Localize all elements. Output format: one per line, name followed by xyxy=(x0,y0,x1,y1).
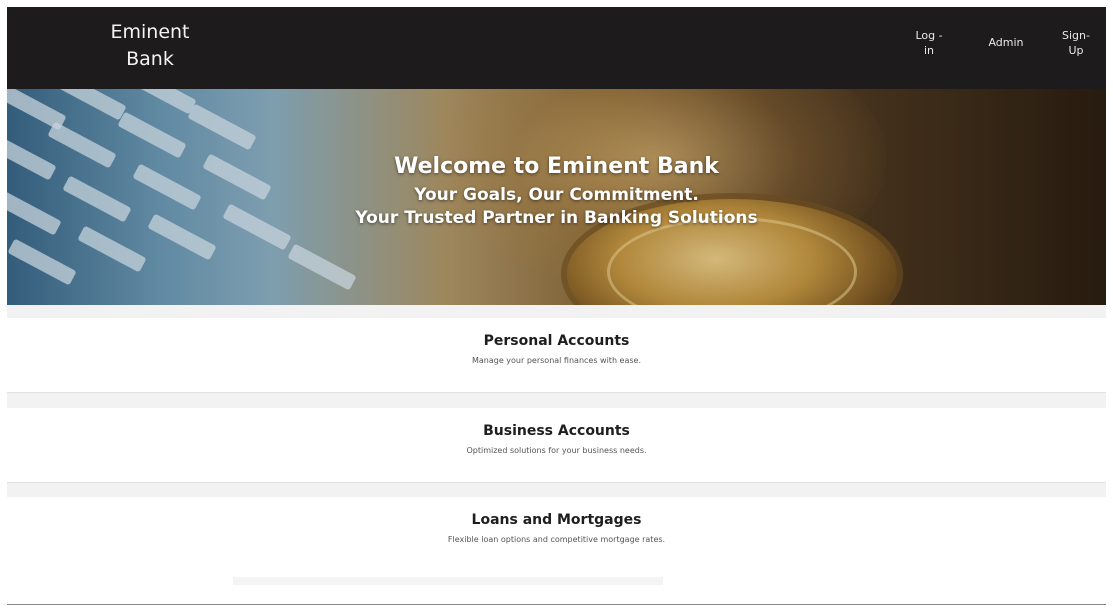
card-title: Business Accounts xyxy=(483,423,630,439)
service-card-business[interactable]: Business Accounts Optimized solutions fo… xyxy=(7,408,1106,483)
page: Eminent Bank Log - in Admin Sign- Up Wel… xyxy=(7,7,1106,603)
service-card-personal[interactable]: Personal Accounts Manage your personal f… xyxy=(7,318,1106,393)
signup-link[interactable]: Sign- Up xyxy=(1058,28,1094,58)
fade-strip xyxy=(233,577,663,585)
hero-text: Welcome to Eminent Bank Your Goals, Our … xyxy=(7,152,1106,230)
hero-subtitle-1: Your Goals, Our Commitment. xyxy=(414,185,699,205)
service-card-loans[interactable]: Loans and Mortgages Flexible loan option… xyxy=(7,497,1106,603)
hero-title: Welcome to Eminent Bank xyxy=(394,154,719,179)
login-label-1: Log - xyxy=(915,29,943,42)
signup-label-1: Sign- xyxy=(1062,29,1090,42)
hero-subtitle-2: Your Trusted Partner in Banking Solution… xyxy=(355,208,758,228)
login-link[interactable]: Log - in xyxy=(911,28,947,58)
signup-label-2: Up xyxy=(1068,44,1084,57)
admin-link[interactable]: Admin xyxy=(981,35,1031,50)
card-description: Optimized solutions for your business ne… xyxy=(466,446,647,455)
brand-line-2: Bank xyxy=(126,48,174,70)
card-title: Personal Accounts xyxy=(483,333,630,349)
login-label-2: in xyxy=(923,44,935,57)
card-description: Manage your personal finances with ease. xyxy=(471,356,642,365)
top-navbar: Eminent Bank Log - in Admin Sign- Up xyxy=(7,7,1106,89)
brand-logo[interactable]: Eminent Bank xyxy=(95,19,205,73)
card-title: Loans and Mortgages xyxy=(471,512,642,528)
hero-banner: Welcome to Eminent Bank Your Goals, Our … xyxy=(7,89,1106,305)
bottom-divider xyxy=(7,604,1106,605)
brand-line-1: Eminent xyxy=(110,21,190,43)
card-description: Flexible loan options and competitive mo… xyxy=(447,535,666,544)
